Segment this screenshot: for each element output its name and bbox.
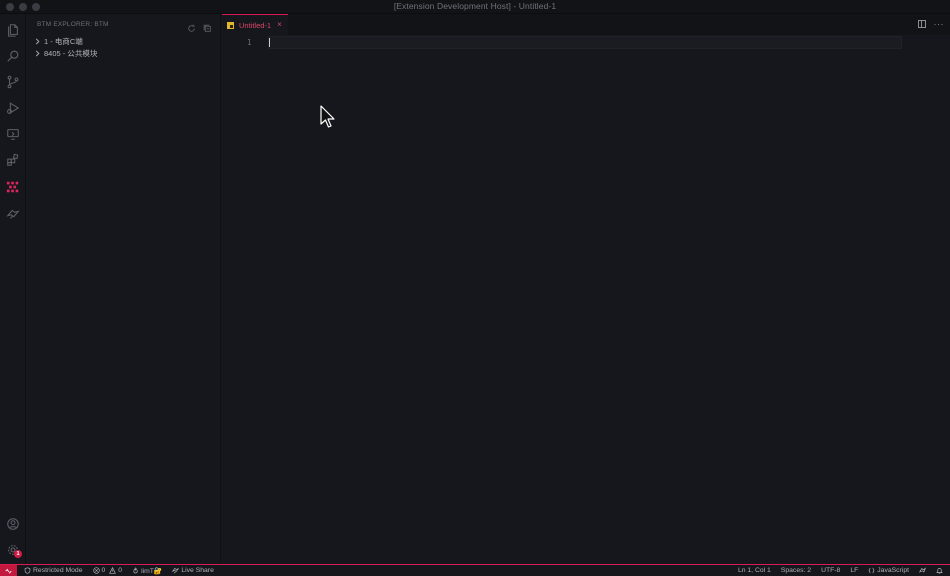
explorer-button[interactable] [0,18,26,42]
close-tab-button[interactable]: × [277,21,282,29]
title-bar: [Extension Development Host] - Untitled-… [0,0,950,14]
indentation-item[interactable]: Spaces: 2 [781,567,811,574]
shield-icon [24,567,31,574]
sidebar-title: BTM EXPLORER: BTM [37,21,109,28]
tree-item[interactable]: 1 - 电商C端 [26,35,221,47]
btm-explorer-button[interactable] [0,175,26,199]
vscode-window: [Extension Development Host] - Untitled-… [0,0,950,576]
split-editor-icon[interactable] [917,20,926,28]
live-share-button[interactable] [0,202,26,226]
settings-badge: 1 [14,550,22,558]
remote-icon [5,568,12,574]
restricted-mode-item[interactable]: Restricted Mode [24,567,83,574]
source-control-icon [7,75,19,89]
problems-item[interactable]: 0 0 [92,567,123,574]
cursor-position-label: Ln 1, Col 1 [737,567,771,574]
tab-untitled-1[interactable]: Untitled-1 × [222,14,288,35]
live-share-icon [6,209,20,219]
branch-item[interactable]: limT🔐 [132,567,162,575]
status-bar: Restricted Mode 0 0 limT🔐 Live Share Ln … [0,564,950,576]
language-mode-item[interactable]: JavaScript [868,567,909,574]
run-debug-button[interactable] [0,96,26,120]
live-share-label: Live Share [181,567,214,574]
tab-label: Untitled-1 [239,20,272,30]
sidebar: BTM EXPLORER: BTM 1 - 电商C端 8405 - 公共模块 [26,14,221,564]
btm-tree: 1 - 电商C端 8405 - 公共模块 [26,35,221,59]
tab-bar: Untitled-1 × ··· [222,14,950,35]
feedback-icon [919,567,926,573]
live-share-status-item[interactable]: Live Share [172,567,214,574]
warning-count: 0 [118,567,123,574]
account-button[interactable] [0,512,26,536]
tree-item[interactable]: 8405 - 公共模块 [26,47,221,59]
cursor-position-item[interactable]: Ln 1, Col 1 [738,567,771,574]
warning-icon [109,567,117,574]
remote-explorer-icon [7,129,19,140]
collapse-all-button[interactable] [203,20,212,32]
refresh-button[interactable] [187,20,196,32]
extensions-icon [7,153,19,166]
chevron-right-icon [35,50,40,56]
editor-group: Untitled-1 × ··· 1 [222,14,950,564]
mouse-pointer-icon [320,105,335,128]
run-debug-icon [7,102,20,114]
more-actions-icon[interactable]: ··· [934,20,945,29]
search-icon [7,50,19,62]
encoding-label: UTF-8 [821,567,841,574]
extensions-button[interactable] [0,148,26,172]
collapse-all-icon [203,24,211,32]
eol-item[interactable]: LF [850,567,858,574]
error-count: 0 [101,567,106,574]
remote-indicator[interactable] [0,565,17,576]
tree-item-label: 8405 - 公共模块 [44,48,98,58]
files-icon [8,24,18,37]
account-icon [7,518,19,530]
manage-button[interactable]: 1 [0,538,26,562]
feedback-item[interactable] [919,567,926,574]
sidebar-actions [187,20,212,32]
eol-label: LF [850,567,859,574]
encoding-item[interactable]: UTF-8 [821,567,840,574]
live-share-status-icon [172,567,180,574]
restricted-mode-label: Restricted Mode [33,567,83,574]
braces-icon [868,567,875,574]
search-button[interactable] [0,44,26,68]
branch-label: limT🔐 [141,567,163,575]
chevron-right-icon [35,38,40,44]
remote-explorer-button[interactable] [0,122,26,146]
indentation-label: Spaces: 2 [780,567,812,574]
line-number: 1 [247,38,252,47]
tree-item-label: 1 - 电商C端 [44,36,83,46]
activity-bar: 1 [0,14,26,564]
text-cursor [269,38,270,47]
notifications-item[interactable] [936,567,943,574]
bell-icon [936,568,943,574]
source-control-button[interactable] [0,70,26,94]
window-title: [Extension Development Host] - Untitled-… [393,1,557,11]
current-line-highlight [268,36,902,49]
refresh-icon [188,24,195,32]
editor-actions: ··· [917,20,945,29]
javascript-file-icon [227,21,234,29]
language-label: JavaScript [877,567,909,574]
status-right: Ln 1, Col 1 Spaces: 2 UTF-8 LF JavaScrip… [738,565,943,576]
error-icon [92,567,100,574]
status-left: Restricted Mode 0 0 limT🔐 Live Share [24,565,214,576]
fire-icon [133,567,138,574]
btm-explorer-icon [6,181,19,193]
